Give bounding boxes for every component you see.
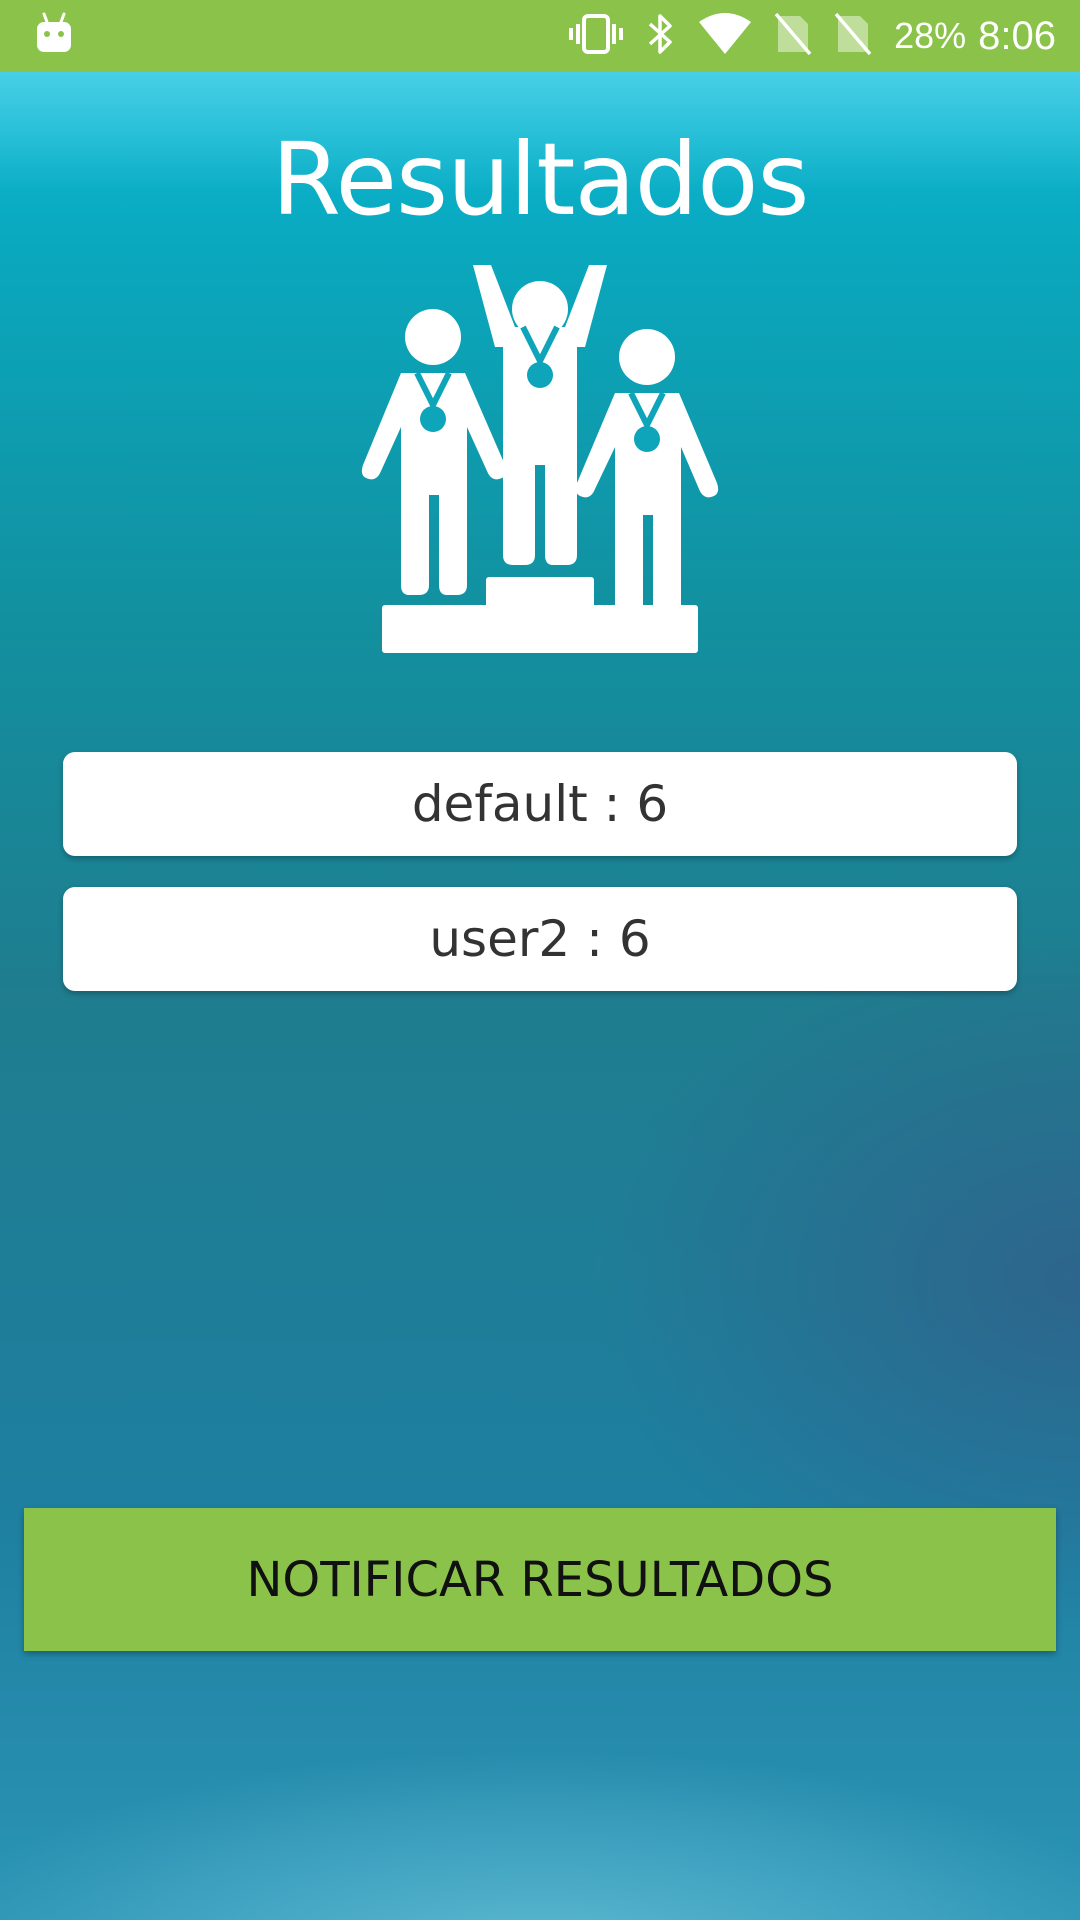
android-notification-icon [34,12,74,56]
page-title: Resultados [271,121,809,238]
no-sim-icon [834,12,872,61]
battery-percent: 28% [894,15,967,56]
status-icons: 28% 8:06 [568,0,1056,72]
list-item[interactable]: user2 : 6 [63,887,1017,991]
list-item[interactable]: default : 6 [63,752,1017,856]
clock: 8:06 [978,13,1056,58]
app-screen: 28% 8:06 Resultados default: 6 user2: … [0,0,1080,1920]
bluetooth-icon [646,12,676,61]
no-sim-icon [774,12,812,61]
results-list: default : 6 user2 : 6 [63,752,1017,1022]
result-text: default : 6 [411,775,669,833]
wifi-icon [698,12,752,61]
notify-results-label: NOTIFICAR RESULTADOS [246,1551,834,1608]
podium-winners-icon [355,265,725,655]
vibrate-icon [568,12,624,61]
status-bar: 28% 8:06 [0,0,1080,72]
notify-results-button[interactable]: NOTIFICAR RESULTADOS [24,1508,1056,1651]
result-text: user2 : 6 [429,910,651,968]
